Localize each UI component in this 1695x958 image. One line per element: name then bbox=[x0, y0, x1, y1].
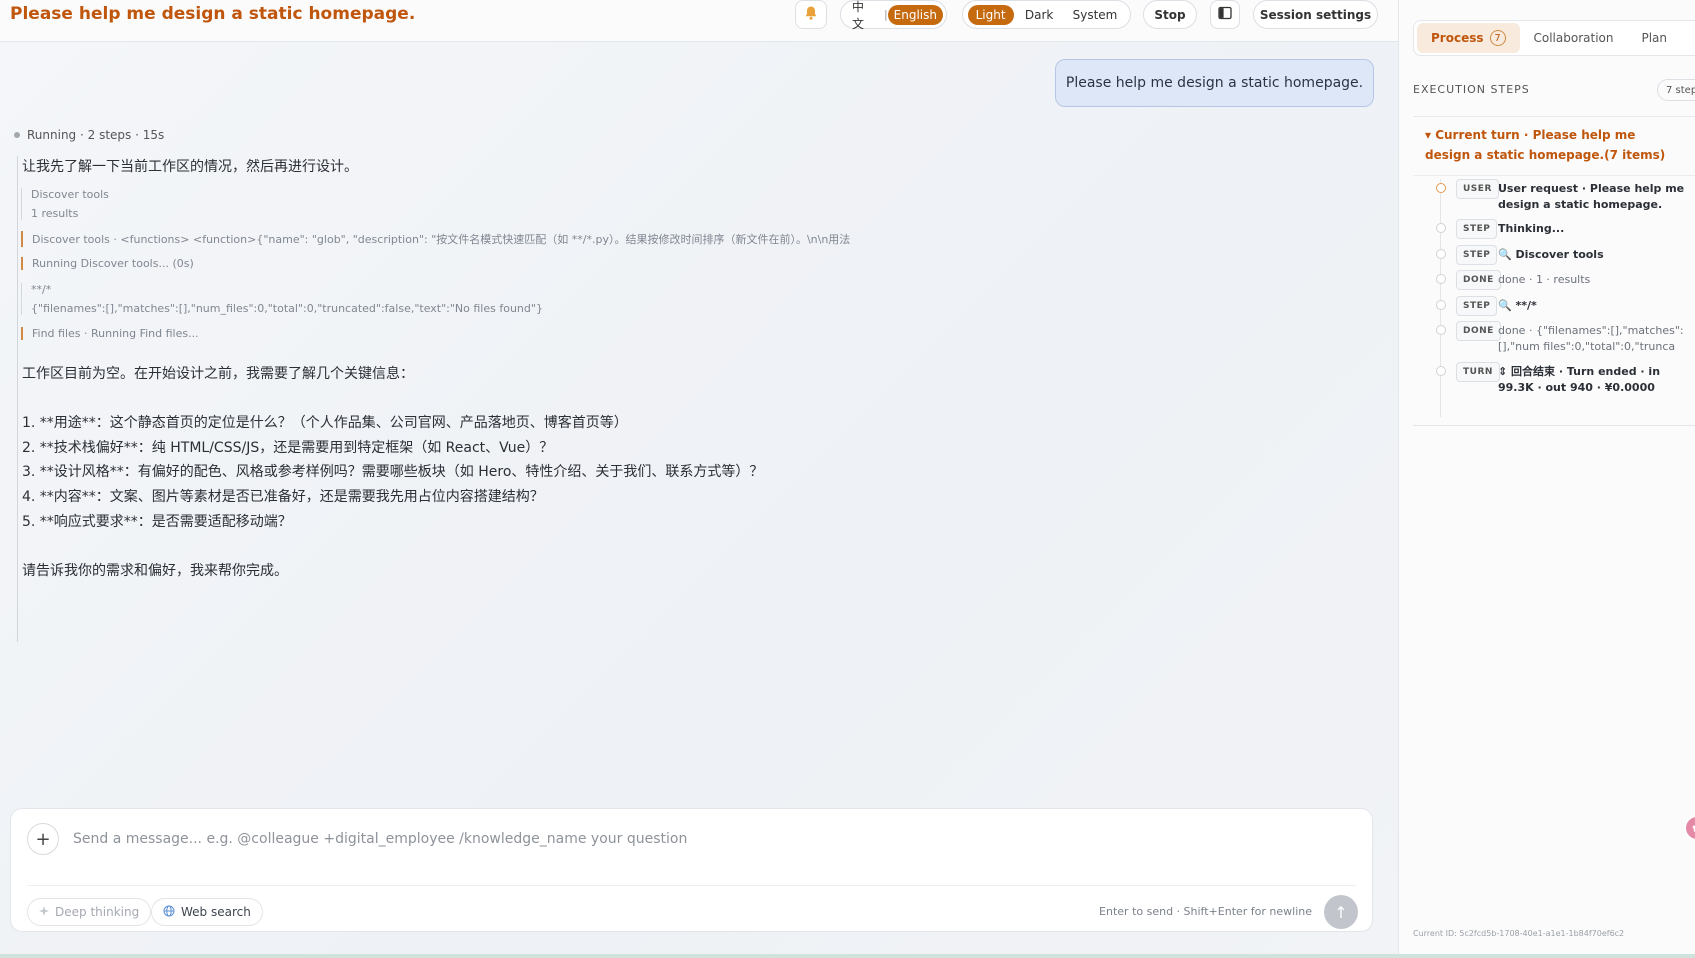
panel-toggle-button[interactable] bbox=[1210, 0, 1240, 29]
tool-title: Discover tools · <functions> <function>{… bbox=[32, 233, 851, 246]
send-button[interactable]: ↑ bbox=[1324, 895, 1358, 929]
step-node-icon bbox=[1436, 300, 1446, 310]
attach-button[interactable]: + bbox=[27, 823, 59, 855]
step-tag: TURN bbox=[1456, 362, 1500, 382]
step-node-icon bbox=[1436, 325, 1446, 335]
assistant-line: 请告诉我你的需求和偏好，我来帮你完成。 bbox=[22, 563, 288, 579]
step-text: ⇕ 回合结束 · Turn ended · in 99.3K · out 940… bbox=[1498, 365, 1661, 394]
arrow-up-icon: ↑ bbox=[1334, 902, 1348, 922]
step-text: 🔍 Discover tools bbox=[1498, 248, 1604, 261]
message-input[interactable] bbox=[73, 827, 1273, 851]
step-text: done · 1 · results bbox=[1498, 273, 1591, 286]
message-composer: + Deep thinking Web search Enter to send… bbox=[10, 808, 1373, 932]
bottom-strip bbox=[0, 954, 1695, 958]
assistant-line: 4. **内容**：文案、图片等素材是否已准备好，还是需要我先用占位内容搭建结构… bbox=[22, 489, 544, 505]
top-bar: Please help me design a static homepage.… bbox=[0, 0, 1398, 42]
step-node-icon bbox=[1436, 183, 1446, 193]
theme-switch: Light Dark System bbox=[962, 0, 1131, 29]
execution-steps-heading: EXECUTION STEPS bbox=[1413, 83, 1530, 96]
step-node-icon bbox=[1436, 223, 1446, 233]
step-node-icon bbox=[1436, 366, 1446, 376]
assistant-intro: 让我先了解一下当前工作区的情况，然后再进行设计。 bbox=[22, 159, 358, 175]
stop-button[interactable]: Stop bbox=[1143, 0, 1197, 29]
steps-count-badge: 7 steps bbox=[1657, 79, 1695, 101]
tab-process[interactable]: Process 7 bbox=[1417, 23, 1520, 53]
session-settings-button[interactable]: Session settings bbox=[1253, 0, 1378, 29]
status-dot-icon bbox=[14, 132, 20, 138]
page-title: Please help me design a static homepage. bbox=[10, 4, 416, 24]
tool-title: Running Discover tools... (0s) bbox=[32, 257, 194, 270]
tab-label: Process bbox=[1431, 31, 1484, 45]
sparkle-icon bbox=[39, 905, 49, 919]
tool-block-find-files[interactable]: Find files · Running Find files... bbox=[21, 327, 199, 340]
tool-block-glob[interactable]: **/* {"filenames":[],"matches":[],"num_f… bbox=[21, 283, 543, 315]
step-node-icon bbox=[1436, 249, 1446, 259]
tool-block-running[interactable]: Running Discover tools... (0s) bbox=[21, 257, 194, 270]
run-status: Running · 2 steps · 15s bbox=[14, 128, 164, 142]
deep-thinking-toggle[interactable]: Deep thinking bbox=[27, 898, 152, 926]
assistant-line: 5. **响应式要求**：是否需要适配移动端？ bbox=[22, 514, 292, 530]
tool-title: Discover tools bbox=[31, 188, 109, 201]
chat-main: Please help me design a static homepage.… bbox=[0, 0, 1398, 958]
theme-system-option[interactable]: System bbox=[1065, 5, 1126, 25]
assistant-line: 2. **技术栈偏好**：纯 HTML/CSS/JS，还是需要用到特定框架（如 … bbox=[22, 440, 554, 456]
language-switch: 中文 | English bbox=[840, 0, 947, 31]
tool-result: {"filenames":[],"matches":[],"num_files"… bbox=[31, 302, 543, 315]
step-text: done · {"filenames":[],"matches":[],"num… bbox=[1498, 324, 1684, 353]
globe-icon bbox=[163, 905, 175, 920]
step-tag: STEP bbox=[1456, 219, 1498, 239]
current-turn-header[interactable]: ▾ Current turn · Please help me design a… bbox=[1425, 125, 1675, 165]
run-status-text: Running · 2 steps · 15s bbox=[27, 128, 165, 142]
tool-block-functions[interactable]: Discover tools · <functions> <function>{… bbox=[21, 231, 850, 247]
current-id: Current ID: 5c2fcd5b-1708-40e1-a1e1-1b84… bbox=[1413, 929, 1625, 938]
current-turn-group: ▾ Current turn · Please help me design a… bbox=[1413, 116, 1695, 426]
step-text: User request · Please help me design a s… bbox=[1498, 182, 1685, 211]
divider bbox=[1413, 175, 1695, 176]
process-panel: Process 7 Collaboration Plan EXECUTION S… bbox=[1398, 0, 1695, 958]
tab-plan[interactable]: Plan bbox=[1627, 23, 1681, 53]
user-message-bubble: Please help me design a static homepage. bbox=[1055, 59, 1374, 107]
bell-icon bbox=[803, 5, 819, 24]
assistant-line: 1. **用途**：这个静态首页的定位是什么？（个人作品集、公司官网、产品落地页… bbox=[22, 415, 628, 431]
web-search-toggle[interactable]: Web search bbox=[151, 898, 263, 926]
tool-block-discover[interactable]: Discover tools 1 results bbox=[21, 188, 109, 220]
deep-thinking-label: Deep thinking bbox=[55, 905, 140, 919]
theme-dark-option[interactable]: Dark bbox=[1017, 5, 1061, 25]
assistant-line: 3. **设计风格**：有偏好的配色、风格或参考样例吗？需要哪些板块（如 Her… bbox=[22, 464, 764, 480]
step-tag: USER bbox=[1456, 179, 1499, 199]
step-tag: DONE bbox=[1456, 321, 1501, 341]
web-search-label: Web search bbox=[181, 905, 251, 919]
send-hint: Enter to send · Shift+Enter for newline bbox=[1099, 905, 1312, 918]
step-tag: DONE bbox=[1456, 270, 1501, 290]
theme-light-option[interactable]: Light bbox=[967, 4, 1014, 25]
tool-title: Find files · Running Find files... bbox=[32, 327, 199, 340]
tab-count-badge: 7 bbox=[1489, 30, 1506, 46]
tab-collaboration[interactable]: Collaboration bbox=[1520, 23, 1628, 53]
composer-divider bbox=[27, 885, 1356, 886]
step-timeline: USER User request · Please help me desig… bbox=[1436, 179, 1695, 417]
assistant-line: 工作区目前为空。在开始设计之前，我需要了解几个关键信息： bbox=[22, 366, 414, 382]
assistant-message: 让我先了解一下当前工作区的情况，然后再进行设计。 Discover tools … bbox=[17, 156, 1377, 642]
lang-zh-option[interactable]: 中文 bbox=[844, 0, 884, 35]
step-tag: STEP bbox=[1456, 296, 1498, 316]
tool-result: 1 results bbox=[31, 207, 79, 220]
step-node-icon bbox=[1436, 274, 1446, 284]
notifications-button[interactable] bbox=[795, 0, 827, 29]
step-tag: STEP bbox=[1456, 245, 1498, 265]
tool-title: **/* bbox=[31, 283, 52, 296]
lang-en-option[interactable]: English bbox=[887, 4, 943, 25]
step-text: Thinking... bbox=[1498, 222, 1565, 235]
panel-tabs: Process 7 Collaboration Plan bbox=[1413, 20, 1695, 56]
panel-toggle-icon bbox=[1218, 6, 1232, 23]
step-text: 🔍 **/* bbox=[1498, 299, 1537, 312]
